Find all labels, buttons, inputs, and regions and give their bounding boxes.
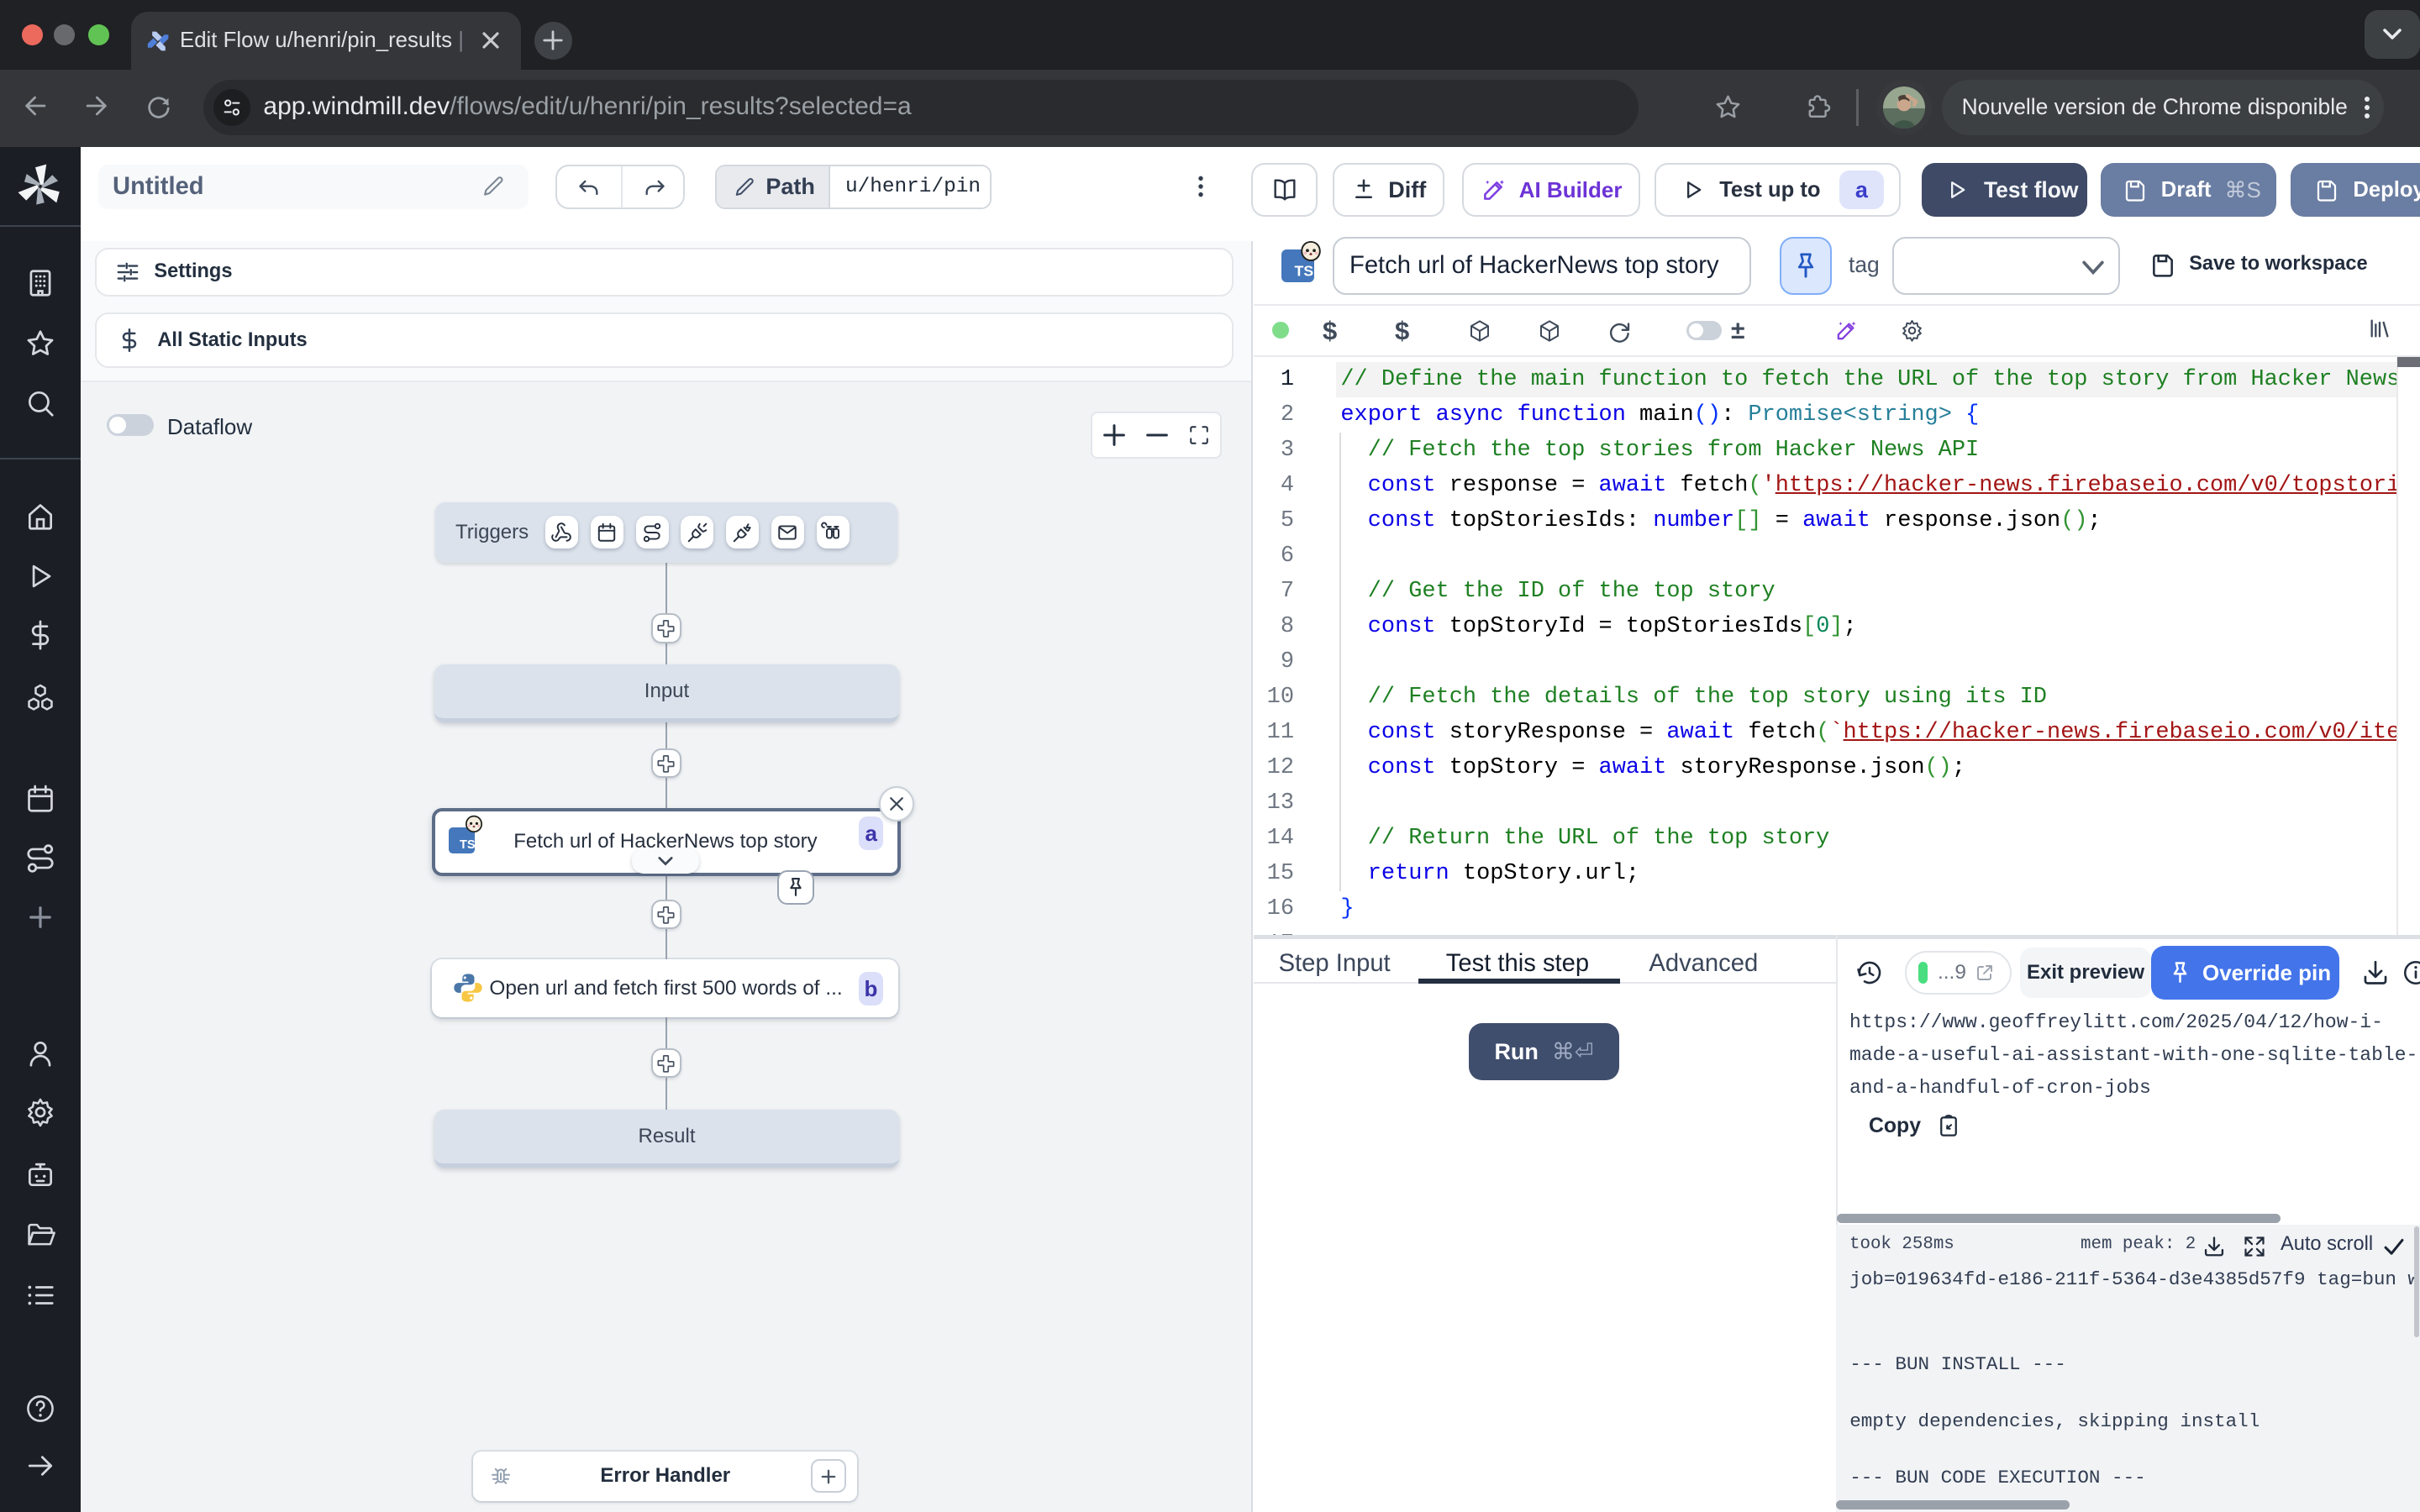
svg-text:TS: TS — [1295, 263, 1314, 280]
svg-text:TS: TS — [460, 838, 475, 852]
